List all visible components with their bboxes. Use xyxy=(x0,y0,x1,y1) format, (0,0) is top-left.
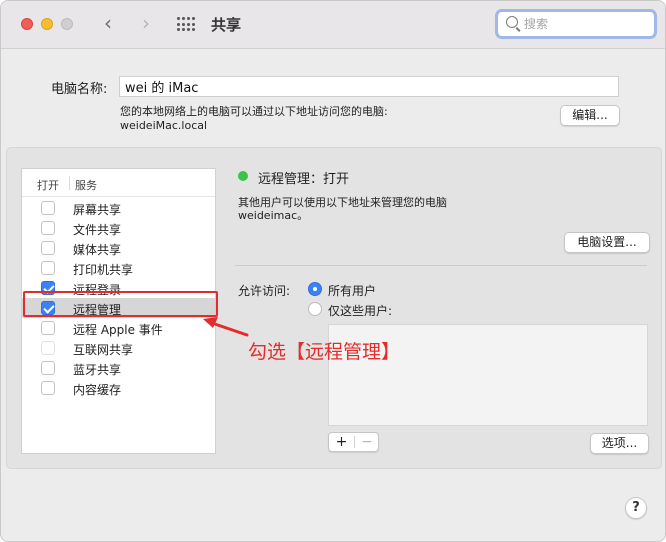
local-address-description: 您的本地网络上的电脑可以通过以下地址访问您的电脑: xyxy=(120,105,388,118)
column-header-on[interactable]: 打开 xyxy=(37,177,59,193)
service-label: 内容缓存 xyxy=(73,383,122,397)
service-row[interactable]: 媒体共享 xyxy=(22,238,215,258)
remove-user-button[interactable]: − xyxy=(355,433,379,451)
search-field[interactable] xyxy=(495,9,657,39)
annotation-arrow-icon xyxy=(203,317,249,337)
computer-name-label: 电脑名称: xyxy=(51,82,108,97)
radio-only-these-users[interactable] xyxy=(308,302,322,316)
column-separator xyxy=(69,176,70,190)
service-row[interactable]: 互联网共享 xyxy=(22,338,215,358)
service-checkbox[interactable] xyxy=(41,241,55,255)
service-checkbox[interactable] xyxy=(41,361,55,375)
radio-only-these-users-label[interactable]: 仅这些用户: xyxy=(328,302,392,319)
close-window-button[interactable] xyxy=(21,18,33,30)
edit-button[interactable]: 编辑... xyxy=(560,105,620,126)
forward-chevron-icon[interactable]: › xyxy=(135,12,157,36)
preferences-window: ‹ › 共享 电脑名称: 您的本地网络上的电脑可以通过以下地址访问您的电脑: w… xyxy=(0,0,666,542)
service-checkbox[interactable] xyxy=(41,201,55,215)
service-checkbox[interactable] xyxy=(41,341,55,355)
service-row[interactable]: 内容缓存 xyxy=(22,378,215,398)
back-chevron-icon[interactable]: ‹ xyxy=(97,12,119,36)
service-row[interactable]: 屏幕共享 xyxy=(22,198,215,218)
service-label: 文件共享 xyxy=(73,223,122,237)
computer-settings-button[interactable]: 电脑设置... xyxy=(564,232,650,253)
zoom-window-button[interactable] xyxy=(61,18,73,30)
help-button[interactable]: ? xyxy=(625,497,647,519)
service-row[interactable]: 文件共享 xyxy=(22,218,215,238)
search-input[interactable] xyxy=(524,15,650,33)
service-status: 远程管理：打开 xyxy=(258,172,350,187)
service-checkbox[interactable] xyxy=(41,261,55,275)
service-label: 互联网共享 xyxy=(73,343,134,357)
service-label: 远程 Apple 事件 xyxy=(73,323,163,337)
service-row[interactable]: 远程 Apple 事件 xyxy=(22,318,215,338)
search-icon xyxy=(506,16,518,28)
service-checkbox[interactable] xyxy=(41,221,55,235)
service-label: 屏幕共享 xyxy=(73,203,122,217)
status-indicator-icon xyxy=(238,171,248,181)
add-remove-control: + − xyxy=(328,432,379,452)
remote-address: weideimac。 xyxy=(238,209,309,222)
allow-access-label: 允许访问: xyxy=(238,284,291,298)
service-label: 打印机共享 xyxy=(73,263,134,277)
radio-all-users-label[interactable]: 所有用户 xyxy=(328,282,376,299)
show-all-grid-icon[interactable] xyxy=(177,17,195,32)
service-row[interactable]: 打印机共享 xyxy=(22,258,215,278)
service-row[interactable]: 蓝牙共享 xyxy=(22,358,215,378)
column-header-service[interactable]: 服务 xyxy=(75,177,97,193)
options-button[interactable]: 选项... xyxy=(590,433,649,454)
highlight-annotation-box xyxy=(23,291,218,317)
service-list-header: 打开 服务 xyxy=(22,169,215,197)
computer-name-input[interactable] xyxy=(119,76,619,97)
service-checkbox[interactable] xyxy=(41,321,55,335)
add-user-button[interactable]: + xyxy=(329,433,354,451)
local-address: weideiMac.local xyxy=(120,119,208,132)
window-title: 共享 xyxy=(211,16,242,34)
service-label: 媒体共享 xyxy=(73,243,122,257)
title-bar: ‹ › 共享 xyxy=(1,1,665,49)
annotation-text: 勾选【远程管理】 xyxy=(248,341,401,363)
radio-all-users[interactable] xyxy=(308,282,322,296)
service-label: 蓝牙共享 xyxy=(73,363,122,377)
service-checkbox[interactable] xyxy=(41,381,55,395)
minimize-window-button[interactable] xyxy=(41,18,53,30)
divider xyxy=(235,265,647,266)
